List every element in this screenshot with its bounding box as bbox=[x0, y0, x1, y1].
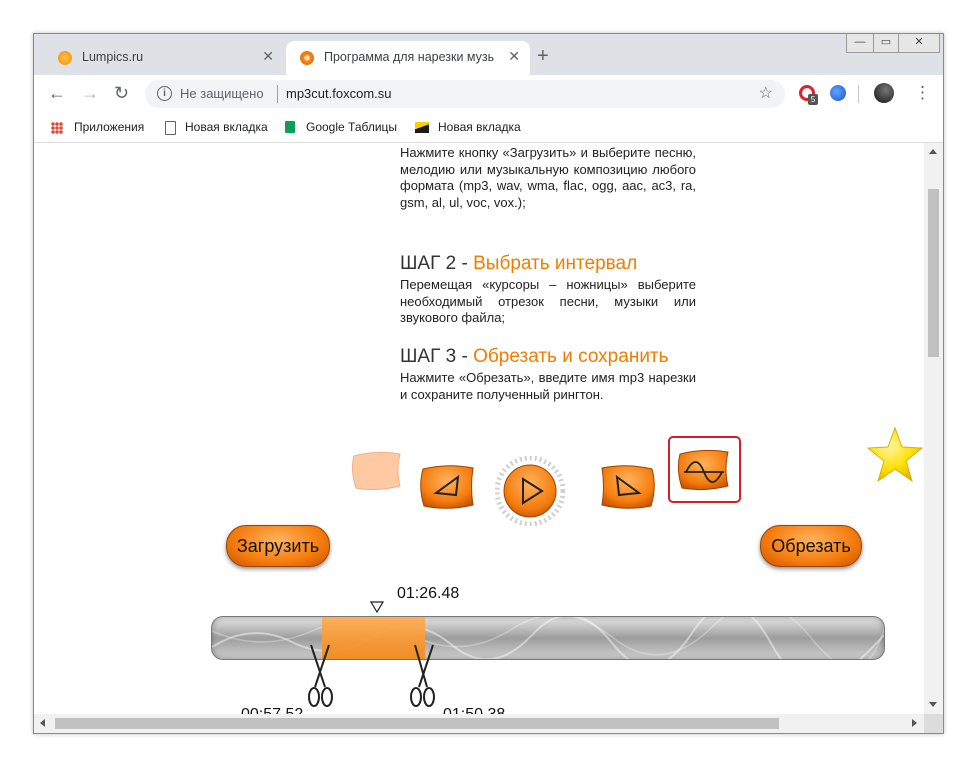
tab-title: Lumpics.ru bbox=[82, 50, 144, 64]
toolbar: ← → ↻ i Не защищено mp3cut.foxcom.su ☆ 5… bbox=[34, 75, 943, 113]
vertical-scroll-thumb[interactable] bbox=[928, 189, 939, 357]
mp3cut-favicon-icon bbox=[300, 51, 314, 65]
step1-description: Нажмите кнопку «Загрузить» и выберите пе… bbox=[400, 145, 696, 210]
bookmark-new-tab-2[interactable]: Новая вкладка bbox=[438, 120, 521, 134]
tab-title: Программа для нарезки музыки bbox=[324, 50, 494, 64]
extension-badge: 5 bbox=[808, 94, 818, 105]
favorite-star-icon[interactable] bbox=[865, 426, 924, 484]
scroll-right-arrow-icon[interactable] bbox=[912, 719, 917, 727]
step3-prefix: ШАГ 3 - bbox=[400, 346, 474, 367]
minimize-button[interactable]: — bbox=[846, 34, 874, 53]
play-button[interactable] bbox=[495, 456, 565, 526]
bookmarks-bar: Приложения Новая вкладка Google Таблицы … bbox=[34, 113, 943, 143]
step3-title: Обрезать и сохранить bbox=[473, 346, 669, 367]
bookmark-star-icon[interactable]: ☆ bbox=[759, 83, 773, 103]
step2-title: Выбрать интервал bbox=[473, 253, 638, 274]
toolbar-divider bbox=[858, 85, 859, 103]
bookmark-new-tab-1[interactable]: Новая вкладка bbox=[185, 120, 268, 134]
scroll-left-arrow-icon[interactable] bbox=[40, 719, 45, 727]
step2-prefix: ШАГ 2 - bbox=[400, 253, 474, 274]
cursor-time: 01:26.48 bbox=[397, 585, 460, 602]
forward-play-button[interactable] bbox=[597, 463, 657, 511]
step2-description: Перемещая «курсоры – ножницы» выберите н… bbox=[400, 277, 696, 325]
address-divider bbox=[277, 85, 278, 103]
page-icon bbox=[165, 121, 176, 135]
profile-avatar[interactable] bbox=[874, 83, 894, 103]
tab-lumpics[interactable]: Lumpics.ru ✕ bbox=[44, 41, 284, 75]
start-scissors-icon[interactable] bbox=[305, 643, 337, 709]
maximize-button[interactable]: ▭ bbox=[873, 34, 899, 53]
scrollbar-corner bbox=[924, 714, 943, 733]
image-icon bbox=[415, 122, 429, 133]
security-status[interactable]: Не защищено bbox=[180, 86, 264, 101]
address-bar[interactable]: i Не защищено mp3cut.foxcom.su ☆ bbox=[145, 80, 785, 108]
bookmark-apps[interactable]: Приложения bbox=[74, 120, 144, 134]
forward-button[interactable]: → bbox=[81, 83, 99, 104]
page-content: Нажмите кнопку «Загрузить» и выберите пе… bbox=[34, 143, 924, 714]
extension-opera-icon[interactable]: 5 bbox=[799, 85, 818, 105]
extension-globe-icon[interactable] bbox=[830, 85, 846, 101]
new-tab-button[interactable]: + bbox=[537, 45, 549, 68]
lumpics-favicon-icon bbox=[58, 51, 72, 65]
horizontal-scrollbar[interactable] bbox=[34, 714, 924, 733]
window-close-button[interactable]: ✕ bbox=[898, 34, 940, 53]
tab-strip: Lumpics.ru ✕ Программа для нарезки музык… bbox=[34, 34, 943, 75]
apps-grid-icon bbox=[51, 122, 63, 134]
bookmark-google-sheets[interactable]: Google Таблицы bbox=[306, 120, 397, 134]
close-icon[interactable]: ✕ bbox=[508, 48, 520, 65]
info-icon[interactable]: i bbox=[157, 86, 172, 101]
browser-window: Lumpics.ru ✕ Программа для нарезки музык… bbox=[33, 33, 944, 734]
sheets-icon bbox=[285, 121, 295, 133]
step2-heading: ШАГ 2 - Выбрать интервал bbox=[400, 253, 637, 275]
menu-button[interactable]: ⋮ bbox=[914, 83, 931, 103]
back-button[interactable]: ← bbox=[48, 83, 66, 104]
scroll-down-arrow-icon[interactable] bbox=[929, 702, 937, 707]
position-cursor-icon[interactable] bbox=[370, 601, 384, 613]
load-button[interactable]: Загрузить bbox=[226, 525, 330, 567]
horizontal-scroll-thumb[interactable] bbox=[55, 718, 779, 729]
fade-button-disabled[interactable] bbox=[350, 450, 404, 492]
reload-button[interactable]: ↻ bbox=[114, 83, 129, 104]
step3-description: Нажмите «Обрезать», введите имя mp3 наре… bbox=[400, 370, 696, 402]
close-icon[interactable]: ✕ bbox=[262, 48, 274, 65]
start-time: 00:57.52 bbox=[241, 706, 303, 714]
vertical-scrollbar[interactable] bbox=[924, 143, 943, 714]
scroll-up-arrow-icon[interactable] bbox=[929, 149, 937, 154]
url-text[interactable]: mp3cut.foxcom.su bbox=[286, 86, 392, 101]
fade-effect-button[interactable] bbox=[676, 448, 732, 492]
rewind-button[interactable] bbox=[418, 463, 478, 511]
tab-mp3cut[interactable]: Программа для нарезки музыки ✕ bbox=[286, 41, 530, 75]
step3-heading: ШАГ 3 - Обрезать и сохранить bbox=[400, 346, 669, 368]
cut-button[interactable]: Обрезать bbox=[760, 525, 862, 567]
end-time: 01:50.38 bbox=[443, 706, 505, 714]
end-scissors-icon[interactable] bbox=[407, 643, 439, 709]
